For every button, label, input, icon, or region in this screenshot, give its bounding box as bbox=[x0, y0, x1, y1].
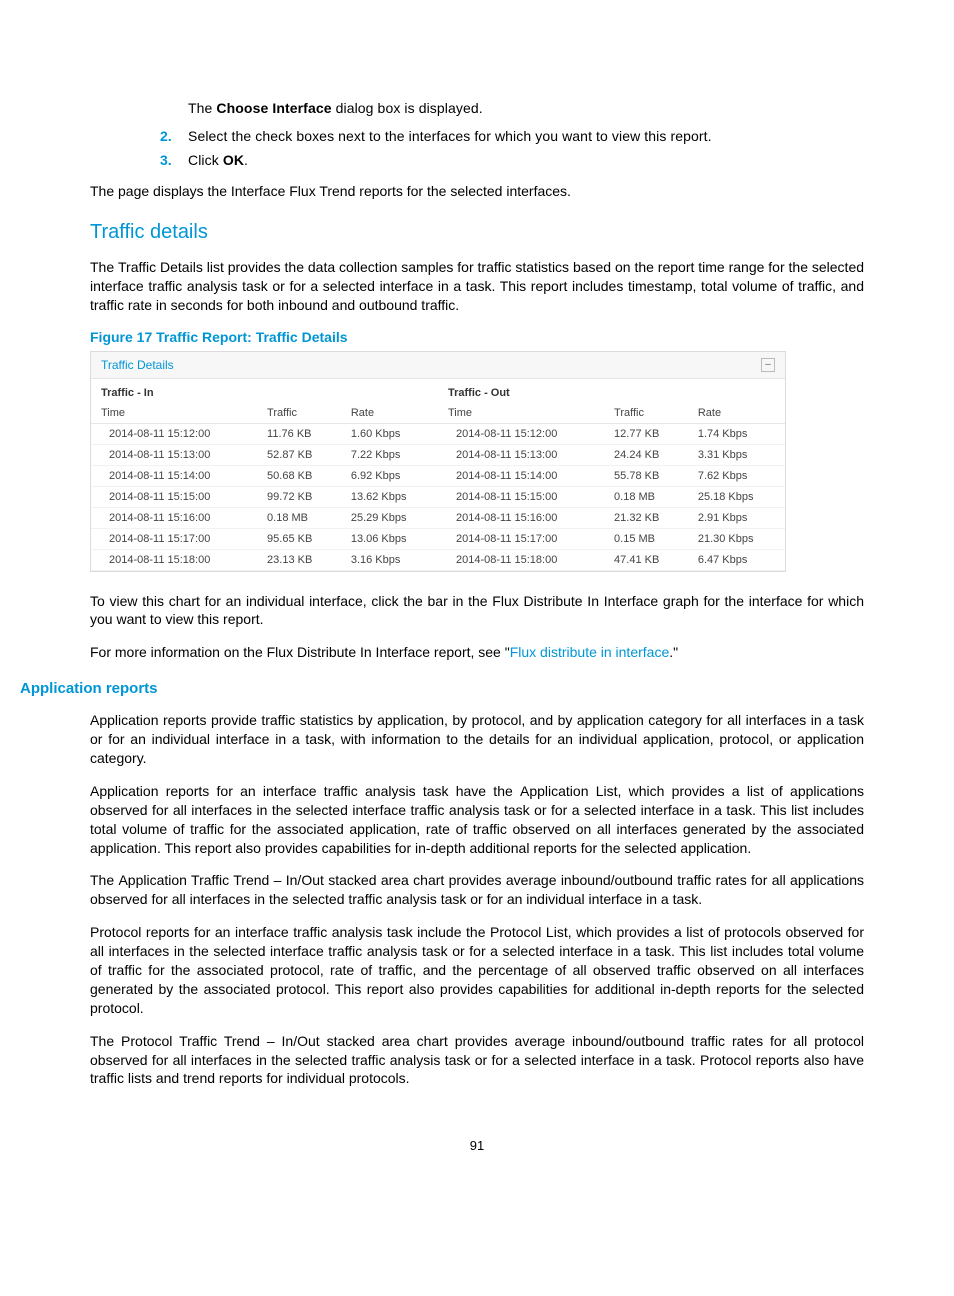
cell-traffic: 23.13 KB bbox=[257, 549, 341, 570]
col-traffic: Traffic bbox=[604, 403, 688, 424]
col-rate: Rate bbox=[341, 403, 438, 424]
screenshot-traffic-details: Traffic Details – Traffic - In Time Traf… bbox=[90, 351, 786, 572]
paragraph-app-4: Protocol reports for an interface traffi… bbox=[90, 923, 864, 1017]
cell-rate: 21.30 Kbps bbox=[688, 528, 785, 549]
table-row: 2014-08-11 15:14:0055.78 KB7.62 Kbps bbox=[438, 465, 785, 486]
cell-time: 2014-08-11 15:17:00 bbox=[91, 528, 257, 549]
flux-distribute-link[interactable]: Flux distribute in interface bbox=[510, 644, 670, 660]
table-row: 2014-08-11 15:17:000.15 MB21.30 Kbps bbox=[438, 528, 785, 549]
cell-traffic: 99.72 KB bbox=[257, 486, 341, 507]
cell-rate: 25.29 Kbps bbox=[341, 507, 438, 528]
table-row: 2014-08-11 15:17:0095.65 KB13.06 Kbps bbox=[91, 528, 438, 549]
collapse-icon[interactable]: – bbox=[761, 358, 775, 372]
cell-time: 2014-08-11 15:15:00 bbox=[91, 486, 257, 507]
traffic-in-label: Traffic - In bbox=[91, 379, 438, 403]
cell-rate: 3.16 Kbps bbox=[341, 549, 438, 570]
cell-traffic: 55.78 KB bbox=[604, 465, 688, 486]
cell-rate: 2.91 Kbps bbox=[688, 507, 785, 528]
col-time: Time bbox=[438, 403, 604, 424]
cell-rate: 1.74 Kbps bbox=[688, 423, 785, 444]
col-rate: Rate bbox=[688, 403, 785, 424]
table-row: 2014-08-11 15:13:0024.24 KB3.31 Kbps bbox=[438, 444, 785, 465]
cell-time: 2014-08-11 15:17:00 bbox=[438, 528, 604, 549]
col-traffic: Traffic bbox=[257, 403, 341, 424]
cell-traffic: 47.41 KB bbox=[604, 549, 688, 570]
paragraph-app-2: Application reports for an interface tra… bbox=[90, 782, 864, 858]
table-row: 2014-08-11 15:13:0052.87 KB7.22 Kbps bbox=[91, 444, 438, 465]
cell-rate: 7.22 Kbps bbox=[341, 444, 438, 465]
cell-traffic: 0.18 MB bbox=[604, 486, 688, 507]
table-row: 2014-08-11 15:12:0012.77 KB1.74 Kbps bbox=[438, 423, 785, 444]
cell-time: 2014-08-11 15:18:00 bbox=[91, 549, 257, 570]
table-row: 2014-08-11 15:16:000.18 MB25.29 Kbps bbox=[91, 507, 438, 528]
cell-rate: 6.47 Kbps bbox=[688, 549, 785, 570]
cell-traffic: 21.32 KB bbox=[604, 507, 688, 528]
cell-traffic: 11.76 KB bbox=[257, 423, 341, 444]
table-row: 2014-08-11 15:14:0050.68 KB6.92 Kbps bbox=[91, 465, 438, 486]
cell-time: 2014-08-11 15:15:00 bbox=[438, 486, 604, 507]
table-row: 2014-08-11 15:16:0021.32 KB2.91 Kbps bbox=[438, 507, 785, 528]
table-row: 2014-08-11 15:18:0047.41 KB6.47 Kbps bbox=[438, 549, 785, 570]
step-3-body: Click OK. bbox=[188, 152, 248, 168]
cell-rate: 13.62 Kbps bbox=[341, 486, 438, 507]
cell-time: 2014-08-11 15:12:00 bbox=[438, 423, 604, 444]
more-info-pre: For more information on the Flux Distrib… bbox=[90, 644, 510, 660]
cell-rate: 7.62 Kbps bbox=[688, 465, 785, 486]
cell-time: 2014-08-11 15:13:00 bbox=[438, 444, 604, 465]
cell-traffic: 12.77 KB bbox=[604, 423, 688, 444]
table-row: 2014-08-11 15:15:000.18 MB25.18 Kbps bbox=[438, 486, 785, 507]
paragraph-app-3: The Application Traffic Trend – In/Out s… bbox=[90, 871, 864, 909]
paragraph-view-chart: To view this chart for an individual int… bbox=[90, 592, 864, 630]
step-2-body: Select the check boxes next to the inter… bbox=[188, 128, 712, 144]
cell-rate: 1.60 Kbps bbox=[341, 423, 438, 444]
paragraph-more-info: For more information on the Flux Distrib… bbox=[90, 643, 864, 662]
cell-rate: 6.92 Kbps bbox=[341, 465, 438, 486]
traffic-out-table: Time Traffic Rate 2014-08-11 15:12:0012.… bbox=[438, 403, 785, 571]
cell-traffic: 50.68 KB bbox=[257, 465, 341, 486]
page-number: 91 bbox=[90, 1138, 864, 1153]
step-2-number: 2. bbox=[160, 128, 188, 144]
cell-time: 2014-08-11 15:14:00 bbox=[91, 465, 257, 486]
cell-time: 2014-08-11 15:18:00 bbox=[438, 549, 604, 570]
cell-traffic: 95.65 KB bbox=[257, 528, 341, 549]
table-row: 2014-08-11 15:18:0023.13 KB3.16 Kbps bbox=[91, 549, 438, 570]
paragraph-traffic-details: The Traffic Details list provides the da… bbox=[90, 258, 864, 315]
table-row: 2014-08-11 15:12:0011.76 KB1.60 Kbps bbox=[91, 423, 438, 444]
paragraph-after-steps: The page displays the Interface Flux Tre… bbox=[90, 182, 864, 201]
cell-traffic: 0.18 MB bbox=[257, 507, 341, 528]
table-row: 2014-08-11 15:15:0099.72 KB13.62 Kbps bbox=[91, 486, 438, 507]
heading-traffic-details: Traffic details bbox=[90, 221, 864, 244]
panel-title: Traffic Details bbox=[101, 358, 174, 372]
step-pretext: The Choose Interface dialog box is displ… bbox=[188, 100, 864, 116]
cell-traffic: 0.15 MB bbox=[604, 528, 688, 549]
cell-time: 2014-08-11 15:13:00 bbox=[91, 444, 257, 465]
cell-traffic: 24.24 KB bbox=[604, 444, 688, 465]
figure-caption: Figure 17 Traffic Report: Traffic Detail… bbox=[90, 329, 864, 345]
col-time: Time bbox=[91, 403, 257, 424]
cell-time: 2014-08-11 15:16:00 bbox=[91, 507, 257, 528]
cell-rate: 25.18 Kbps bbox=[688, 486, 785, 507]
cell-time: 2014-08-11 15:14:00 bbox=[438, 465, 604, 486]
cell-time: 2014-08-11 15:12:00 bbox=[91, 423, 257, 444]
cell-traffic: 52.87 KB bbox=[257, 444, 341, 465]
traffic-out-label: Traffic - Out bbox=[438, 379, 785, 403]
cell-time: 2014-08-11 15:16:00 bbox=[438, 507, 604, 528]
paragraph-app-1: Application reports provide traffic stat… bbox=[90, 711, 864, 768]
paragraph-app-5: The Protocol Traffic Trend – In/Out stac… bbox=[90, 1032, 864, 1089]
cell-rate: 3.31 Kbps bbox=[688, 444, 785, 465]
step-3-number: 3. bbox=[160, 152, 188, 168]
more-info-post: ." bbox=[669, 644, 678, 660]
heading-application-reports: Application reports bbox=[20, 680, 864, 697]
traffic-in-table: Time Traffic Rate 2014-08-11 15:12:0011.… bbox=[91, 403, 438, 571]
cell-rate: 13.06 Kbps bbox=[341, 528, 438, 549]
